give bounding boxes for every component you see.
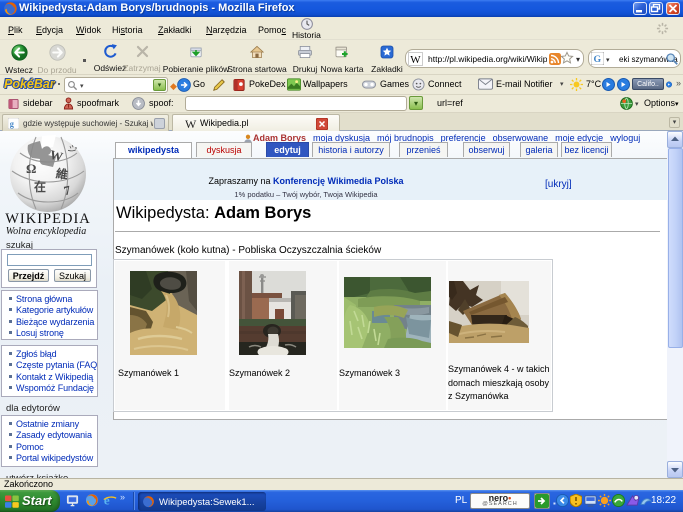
svg-text:維: 維: [55, 166, 69, 183]
svg-text:G: G: [593, 54, 601, 65]
svg-text:在: 在: [34, 179, 46, 194]
svg-text:e: e: [104, 493, 110, 507]
svg-text:Ω: Ω: [26, 161, 36, 176]
